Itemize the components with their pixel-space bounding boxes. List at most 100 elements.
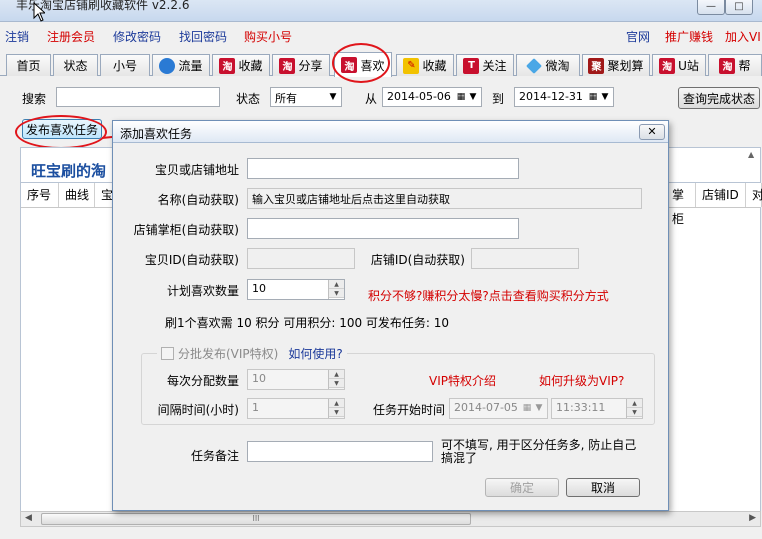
globe-icon <box>159 57 176 74</box>
join-vip-link[interactable]: 加入VI <box>725 28 761 45</box>
scroll-right-icon[interactable]: ▶ <box>749 513 756 523</box>
stepper-buttons[interactable]: ▲ ▼ <box>328 280 344 299</box>
ju-icon: 聚 <box>588 57 605 74</box>
column-header[interactable]: 对 <box>746 183 762 207</box>
tab-weitao[interactable]: 微淘 <box>516 54 580 76</box>
tab-status[interactable]: 状态 <box>53 54 98 76</box>
status-select[interactable]: 所有 ▼ <box>270 87 342 107</box>
batch-checkbox[interactable] <box>161 347 174 360</box>
tab-label: 帮 <box>738 59 751 73</box>
seller-input[interactable] <box>247 218 519 239</box>
tab-home[interactable]: 首页 <box>6 54 51 76</box>
vip-upgrade-link[interactable]: 如何升级为VIP? <box>539 372 624 389</box>
chevron-down-icon: ▼ <box>535 403 543 413</box>
chevron-down-icon: ▼ <box>601 92 609 102</box>
up-arrow-icon[interactable]: ▲ <box>329 370 344 379</box>
website-link[interactable]: 官网 <box>626 28 650 45</box>
tab-collect[interactable]: ✎ 收藏 <box>396 54 454 76</box>
search-input[interactable] <box>56 87 220 107</box>
cancel-button[interactable]: 取消 <box>566 478 640 497</box>
promote-link[interactable]: 推广赚钱 <box>665 28 713 45</box>
ok-button[interactable]: 确定 <box>485 478 559 497</box>
interval-stepper[interactable]: 1 ▲ ▼ <box>247 398 345 419</box>
tab-share[interactable]: 淘分享 <box>272 54 330 76</box>
column-header[interactable]: 曲线 <box>59 183 95 207</box>
dialog-title: 添加喜欢任务 <box>120 127 193 141</box>
seller-label: 店铺掌柜(自动获取) <box>133 223 239 237</box>
vip-intro-link[interactable]: VIP特权介绍 <box>429 372 496 389</box>
minimize-button[interactable]: — <box>697 0 725 15</box>
taobao-icon: 淘 <box>719 57 736 74</box>
start-time-stepper[interactable]: 11:33:11 ▲ ▼ <box>551 398 643 419</box>
up-arrow-icon[interactable]: ▲ <box>329 399 344 408</box>
window-title-bar: 丰乐淘宝店铺刷收藏软件 v2.2.6 — □ <box>0 0 762 22</box>
up-arrow-icon[interactable]: ▲ <box>627 399 642 408</box>
tab-help[interactable]: 淘帮 <box>708 54 762 76</box>
chevron-down-icon: ▼ <box>329 92 337 102</box>
taobao-icon: 淘 <box>279 57 296 74</box>
logout-link[interactable]: 注销 <box>5 28 29 45</box>
down-arrow-icon[interactable]: ▼ <box>329 408 344 417</box>
tab-label: 关注 <box>482 59 507 73</box>
tab-accounts[interactable]: 小号 <box>100 54 150 76</box>
shop-id-label: 店铺ID(自动获取) <box>370 253 465 267</box>
tab-label: 状态 <box>63 59 88 73</box>
stepper-buttons[interactable]: ▲ ▼ <box>328 399 344 418</box>
to-date-value: 2014-12-31 <box>519 90 583 103</box>
status-label: 状态 <box>236 92 261 106</box>
buy-account-link[interactable]: 购买小号 <box>244 28 292 45</box>
change-password-link[interactable]: 修改密码 <box>113 28 161 45</box>
scroll-thumb[interactable]: III <box>41 513 471 525</box>
remark-input[interactable] <box>247 441 433 462</box>
tab-follow[interactable]: T 关注 <box>456 54 514 76</box>
scroll-left-icon[interactable]: ◀ <box>25 513 32 523</box>
check-status-button[interactable]: 查询完成状态 <box>678 87 760 109</box>
scroll-up-icon[interactable]: ▲ <box>748 150 758 180</box>
remark-hint: 可不填写, 用于区分任务多, 防止自己搞混了 <box>441 438 637 465</box>
register-link[interactable]: 注册会员 <box>47 28 95 45</box>
interval-value: 1 <box>252 401 259 414</box>
tab-label: 小号 <box>112 59 137 73</box>
down-arrow-icon[interactable]: ▼ <box>627 408 642 417</box>
plan-count-stepper[interactable]: 10 ▲ ▼ <box>247 279 345 300</box>
close-icon[interactable]: ✕ <box>639 124 665 140</box>
tab-label: 流量 <box>178 59 203 73</box>
item-id-field <box>247 248 355 269</box>
stepper-buttons[interactable]: ▲ ▼ <box>626 399 642 418</box>
tab-favorite[interactable]: 淘收藏 <box>212 54 270 76</box>
stepper-buttons[interactable]: ▲ ▼ <box>328 370 344 389</box>
tab-traffic[interactable]: 流量 <box>152 54 210 76</box>
annotation-circle <box>15 115 107 149</box>
to-label: 到 <box>492 92 505 106</box>
horizontal-scrollbar[interactable]: ◀ III ▶ <box>20 511 761 527</box>
tab-label: U站 <box>678 59 699 73</box>
to-date-picker[interactable]: 2014-12-31 ▦ ▼ <box>514 87 614 107</box>
plan-count-label: 计划喜欢数量 <box>166 284 239 298</box>
down-arrow-icon[interactable]: ▼ <box>329 289 344 298</box>
maximize-button[interactable]: □ <box>725 0 753 15</box>
recover-password-link[interactable]: 找回密码 <box>179 28 227 45</box>
name-field[interactable]: 输入宝贝或店铺地址后点击这里自动获取 <box>247 188 642 209</box>
plan-count-value: 10 <box>252 282 266 295</box>
tab-label: 收藏 <box>238 59 263 73</box>
how-to-use-link[interactable]: 如何使用? <box>288 345 342 362</box>
column-header[interactable]: 序号 <box>21 183 59 207</box>
url-input[interactable] <box>247 158 519 179</box>
per-batch-stepper[interactable]: 10 ▲ ▼ <box>247 369 345 390</box>
from-date-picker[interactable]: 2014-05-06 ▦ ▼ <box>382 87 482 107</box>
tab-ustation[interactable]: 淘 U站 <box>652 54 706 76</box>
column-header[interactable]: 掌柜 <box>666 183 696 226</box>
calendar-icon: ▦ <box>456 92 466 102</box>
start-date-picker[interactable]: 2014-07-05 ▦ ▼ <box>449 398 548 419</box>
per-batch-label: 每次分配数量 <box>166 374 239 388</box>
add-like-task-dialog: 添加喜欢任务 ✕ 宝贝或店铺地址 名称(自动获取) 输入宝贝或店铺地址后点击这里… <box>112 120 669 511</box>
search-label: 搜索 <box>22 92 47 106</box>
column-header[interactable]: 店铺ID <box>696 183 746 207</box>
buy-points-link[interactable]: 积分不够?赚积分太慢?点击查看购买积分方式 <box>368 287 609 304</box>
start-time-value: 11:33:11 <box>556 401 606 414</box>
down-arrow-icon[interactable]: ▼ <box>329 379 344 388</box>
up-arrow-icon[interactable]: ▲ <box>329 280 344 289</box>
tab-juhuasuan[interactable]: 聚聚划算 <box>582 54 650 76</box>
from-date-value: 2014-05-06 <box>387 90 451 103</box>
tab-label: 聚划算 <box>607 59 644 73</box>
